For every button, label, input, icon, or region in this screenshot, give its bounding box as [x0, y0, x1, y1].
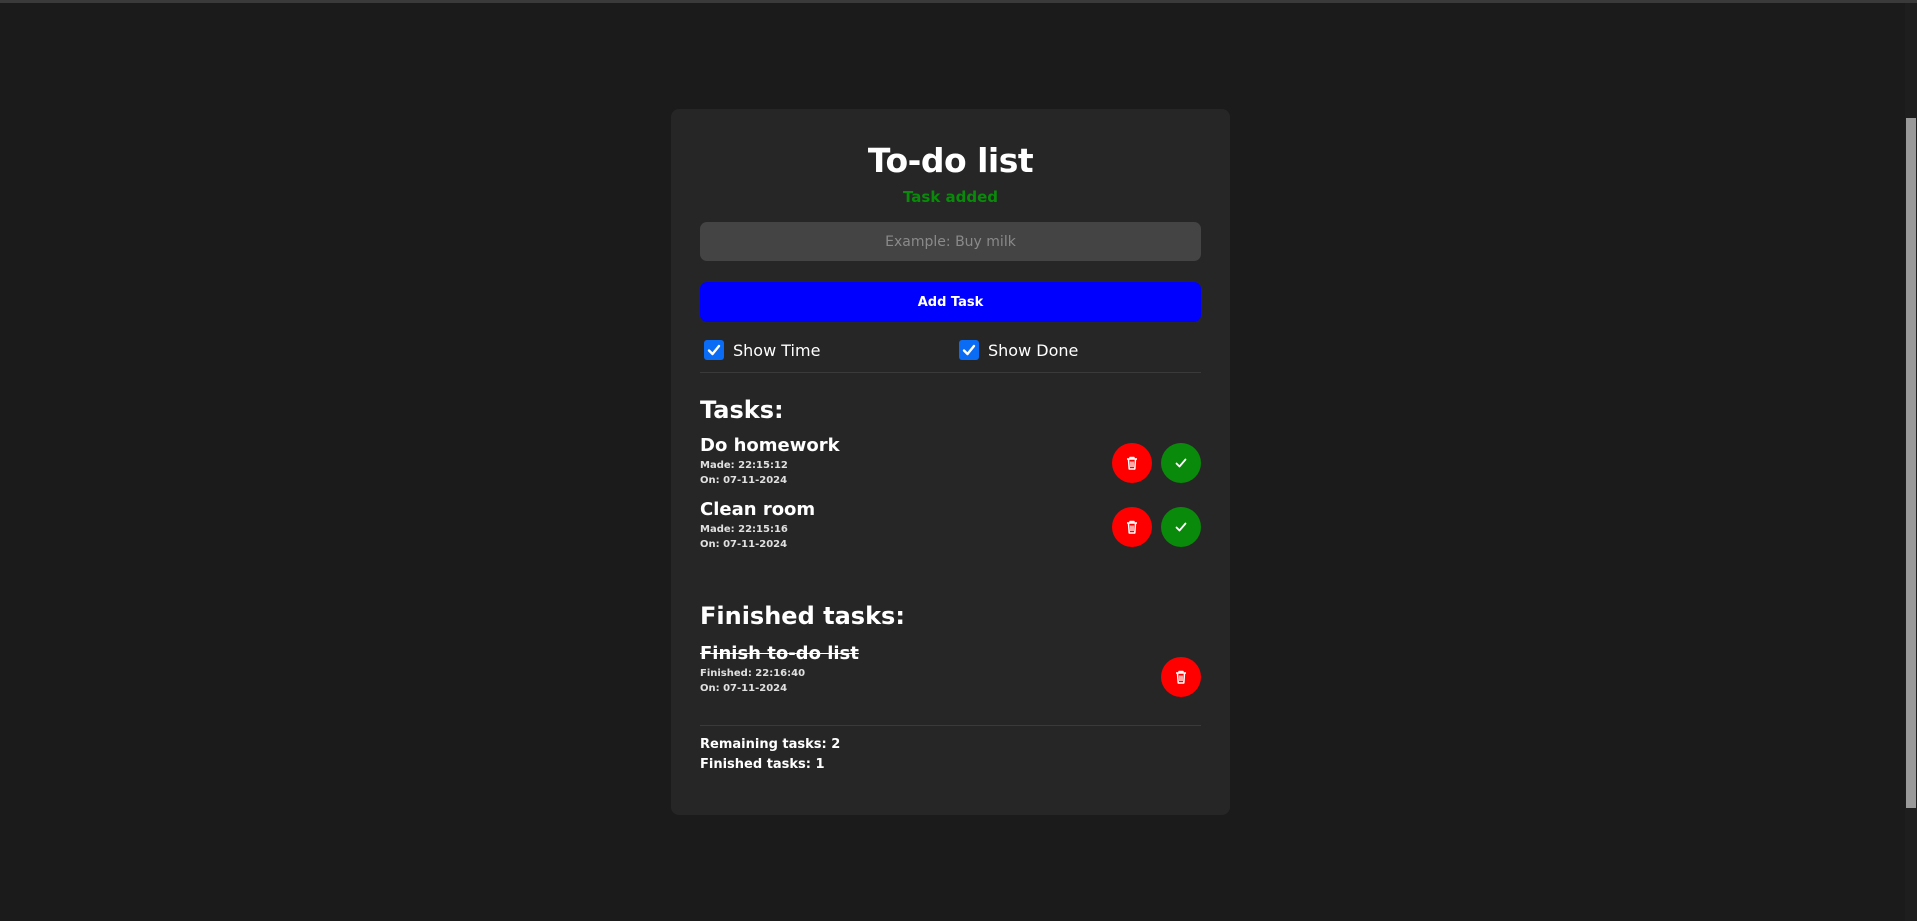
task-name: Clean room — [700, 499, 816, 520]
show-done-checkbox[interactable] — [959, 340, 979, 360]
check-icon — [1175, 458, 1187, 468]
task-input[interactable] — [700, 222, 1201, 261]
show-done-label: Show Done — [988, 340, 1079, 360]
divider — [700, 372, 1201, 373]
page-scrollbar[interactable] — [1905, 3, 1917, 921]
task-item: Clean room Made: 22:15:16 On: 07-11-2024 — [700, 499, 1201, 555]
task-name: Do homework — [700, 435, 840, 456]
delete-finished-task-button[interactable] — [1161, 657, 1201, 697]
task-date: On: 07-11-2024 — [700, 539, 788, 550]
complete-task-button[interactable] — [1161, 443, 1201, 483]
finished-task-name: Finish to-do list — [700, 643, 859, 664]
delete-task-button[interactable] — [1112, 507, 1152, 547]
remaining-tasks-count: Remaining tasks: 2 — [700, 737, 841, 752]
task-made-time: Made: 22:15:16 — [700, 524, 788, 535]
task-date: On: 07-11-2024 — [700, 683, 788, 694]
show-time-toggle[interactable]: Show Time — [704, 340, 820, 360]
show-time-checkbox[interactable] — [704, 340, 724, 360]
finished-tasks-count: Finished tasks: 1 — [700, 757, 825, 772]
task-made-time: Made: 22:15:12 — [700, 460, 788, 471]
trash-icon — [1127, 520, 1137, 534]
task-finished-time: Finished: 22:16:40 — [700, 668, 806, 679]
check-icon — [1175, 522, 1187, 532]
scrollbar-thumb[interactable] — [1906, 118, 1916, 808]
todo-card: To-do list Task added Add Task Show Time… — [671, 109, 1230, 815]
trash-icon — [1127, 456, 1137, 470]
tasks-heading: Tasks: — [700, 396, 784, 424]
finished-tasks-heading: Finished tasks: — [700, 602, 905, 630]
checkmark-icon — [962, 344, 976, 356]
show-time-label: Show Time — [733, 340, 821, 360]
complete-task-button[interactable] — [1161, 507, 1201, 547]
task-item: Do homework Made: 22:15:12 On: 07-11-202… — [700, 435, 1201, 491]
page-title: To-do list — [867, 141, 1034, 180]
browser-top-border — [0, 0, 1917, 3]
finished-task-item: Finish to-do list Finished: 22:16:40 On:… — [700, 643, 1201, 699]
checkmark-icon — [707, 344, 721, 356]
show-done-toggle[interactable]: Show Done — [959, 340, 1078, 360]
delete-task-button[interactable] — [1112, 443, 1152, 483]
trash-icon — [1176, 670, 1186, 684]
divider — [700, 725, 1201, 726]
status-message: Task added — [902, 188, 999, 206]
task-date: On: 07-11-2024 — [700, 475, 788, 486]
add-task-button[interactable]: Add Task — [700, 282, 1201, 322]
